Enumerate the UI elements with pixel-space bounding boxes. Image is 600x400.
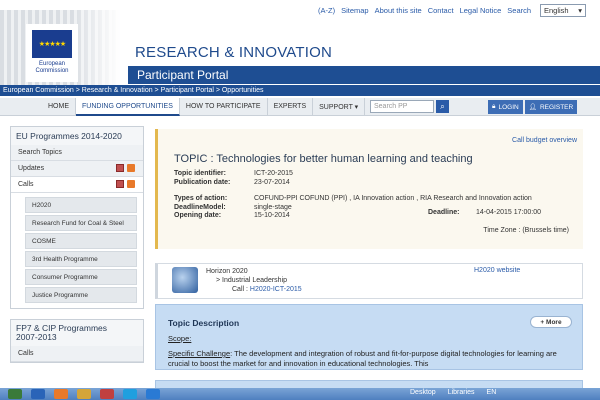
word-icon[interactable] [146,389,160,399]
language-select[interactable]: English ▾ [540,4,586,17]
about-link[interactable]: About this site [375,6,422,15]
sidebar-subitem-coal-steel[interactable]: Research Fund for Coal & Steel [25,215,137,231]
call-label: Call : [232,286,248,293]
breadcrumb[interactable]: European Commission > Research & Innovat… [0,85,600,96]
search-input[interactable]: Search PP [370,100,434,113]
sidebar-subitem-h2020[interactable]: H2020 [25,197,137,213]
logo-line-2: Commission [35,68,69,74]
topic-title: TOPIC : Technologies for better human le… [174,153,473,165]
desktop-label[interactable]: Desktop [410,389,436,396]
sidebar-subitem-health[interactable]: 3rd Health Programme [25,251,137,267]
language-indicator[interactable]: EN [487,389,497,396]
fp7-line-2: 2007-2013 [16,332,57,342]
media-icon[interactable] [100,389,114,399]
sidebar-subitem-consumer[interactable]: Consumer Programme [25,269,137,285]
deadline-label: Deadline: [428,209,460,216]
site-title: RESEARCH & INNOVATION [135,44,333,61]
topic-summary: Call budget overview TOPIC : Technologie… [155,129,583,249]
horizon-2020-logo [172,267,198,293]
firefox-icon[interactable] [54,389,68,399]
skype-icon[interactable] [123,389,137,399]
call-budget-link[interactable]: Call budget overview [512,137,577,144]
start-icon[interactable] [8,389,22,399]
sitemap-link[interactable]: Sitemap [341,6,369,15]
scope-heading: Scope: [168,334,192,343]
calendar-icon[interactable] [116,164,124,172]
programme-name: Horizon 2020 [206,268,248,275]
chevron-down-icon: ▾ [578,6,582,15]
nav-how-to-participate[interactable]: HOW TO PARTICIPATE [180,98,268,116]
search-button[interactable]: ⌕ [436,100,449,113]
h2020-website-link[interactable]: H2020 website [474,267,520,274]
sidebar-item-search-topics[interactable]: Search Topics [11,145,143,161]
login-label: LOGIN [498,103,519,111]
topic-identifier: ICT-20-2015 [254,170,293,177]
model-label: DeadlineModel: [174,204,226,211]
top-utility-links: (A-Z) Sitemap About this site Contact Le… [318,6,531,15]
time-zone: Time Zone : (Brussels time) [483,227,569,234]
libraries-label[interactable]: Libraries [448,389,475,396]
sidebar-item-updates[interactable]: Updates [11,161,143,177]
folder-icon[interactable] [77,389,91,399]
more-button[interactable]: + More [530,316,572,328]
eu-flag-icon: ★★★★★ [32,30,72,58]
opening-label: Opening date: [174,212,222,219]
rss-icon[interactable] [127,180,135,188]
sidebar: EU Programmes 2014-2020 Search Topics Up… [10,126,144,363]
register-button[interactable]: 👤︎ REGISTER [524,100,578,114]
user-icon: 👤︎ [528,104,537,111]
sidebar-item-label: Updates [18,165,45,172]
identifier-label: Topic identifier: [174,170,226,177]
sidebar-item-fp7-calls[interactable]: Calls [11,346,143,362]
login-button[interactable]: 🔒︎ LOGIN [488,100,523,114]
european-commission-logo[interactable]: ★★★★★ European Commission [26,24,78,82]
pubdate-label: Publication date: [174,179,231,186]
register-label: REGISTER [539,103,574,111]
publication-date: 23-07-2014 [254,179,290,186]
search-link[interactable]: Search [507,6,531,15]
search-icon: ⌕ [440,101,445,111]
deadline-value: 14-04-2015 17:00:00 [476,209,541,216]
ie-icon[interactable] [31,389,45,399]
challenge-label: Specific Challenge [168,349,231,358]
topic-description-title: Topic Description [168,318,240,328]
actions-label: Types of action: [174,195,228,202]
opening-date: 15-10-2014 [254,212,290,219]
calendar-icon[interactable] [116,180,124,188]
topic-description-panel: Topic Description + More Scope: Specific… [155,304,583,370]
types-of-action: COFUND-PPI COFUND (PPI) , IA Innovation … [254,195,532,202]
legal-notice-link[interactable]: Legal Notice [460,6,502,15]
nav-funding-opportunities[interactable]: FUNDING OPPORTUNITIES [76,98,180,116]
contact-link[interactable]: Contact [428,6,454,15]
programme-pillar: > Industrial Leadership [216,277,288,284]
lock-icon: 🔒︎ [492,103,496,110]
specific-challenge-text: Specific Challenge: The development and … [168,349,568,369]
portal-title: Participant Portal [137,68,229,82]
deadline-model: single-stage [254,204,292,211]
sidebar-item-label: Calls [18,181,34,188]
logo-line-1: European [38,61,66,67]
nav-home[interactable]: HOME [42,98,76,116]
programme-box: Horizon 2020 > Industrial Leadership Cal… [155,263,583,299]
main-nav: HOME FUNDING OPPORTUNITIES HOW TO PARTIC… [0,98,600,116]
os-taskbar: Desktop Libraries EN [0,388,600,400]
az-link[interactable]: (A-Z) [318,6,335,15]
sidebar-subitem-justice[interactable]: Justice Programme [25,287,137,303]
sidebar-subitem-cosme[interactable]: COSME [25,233,137,249]
rss-icon[interactable] [127,164,135,172]
call-link[interactable]: H2020-ICT-2015 [250,286,302,293]
sidebar-item-calls[interactable]: Calls [11,177,143,193]
language-value: English [544,6,569,15]
nav-experts[interactable]: EXPERTS [268,98,314,116]
sidebar-section-fp7: FP7 & CIP Programmes 2007-2013 [11,320,143,346]
sidebar-section-eu-programmes: EU Programmes 2014-2020 [16,131,122,141]
nav-support[interactable]: SUPPORT ▾ [313,98,366,116]
